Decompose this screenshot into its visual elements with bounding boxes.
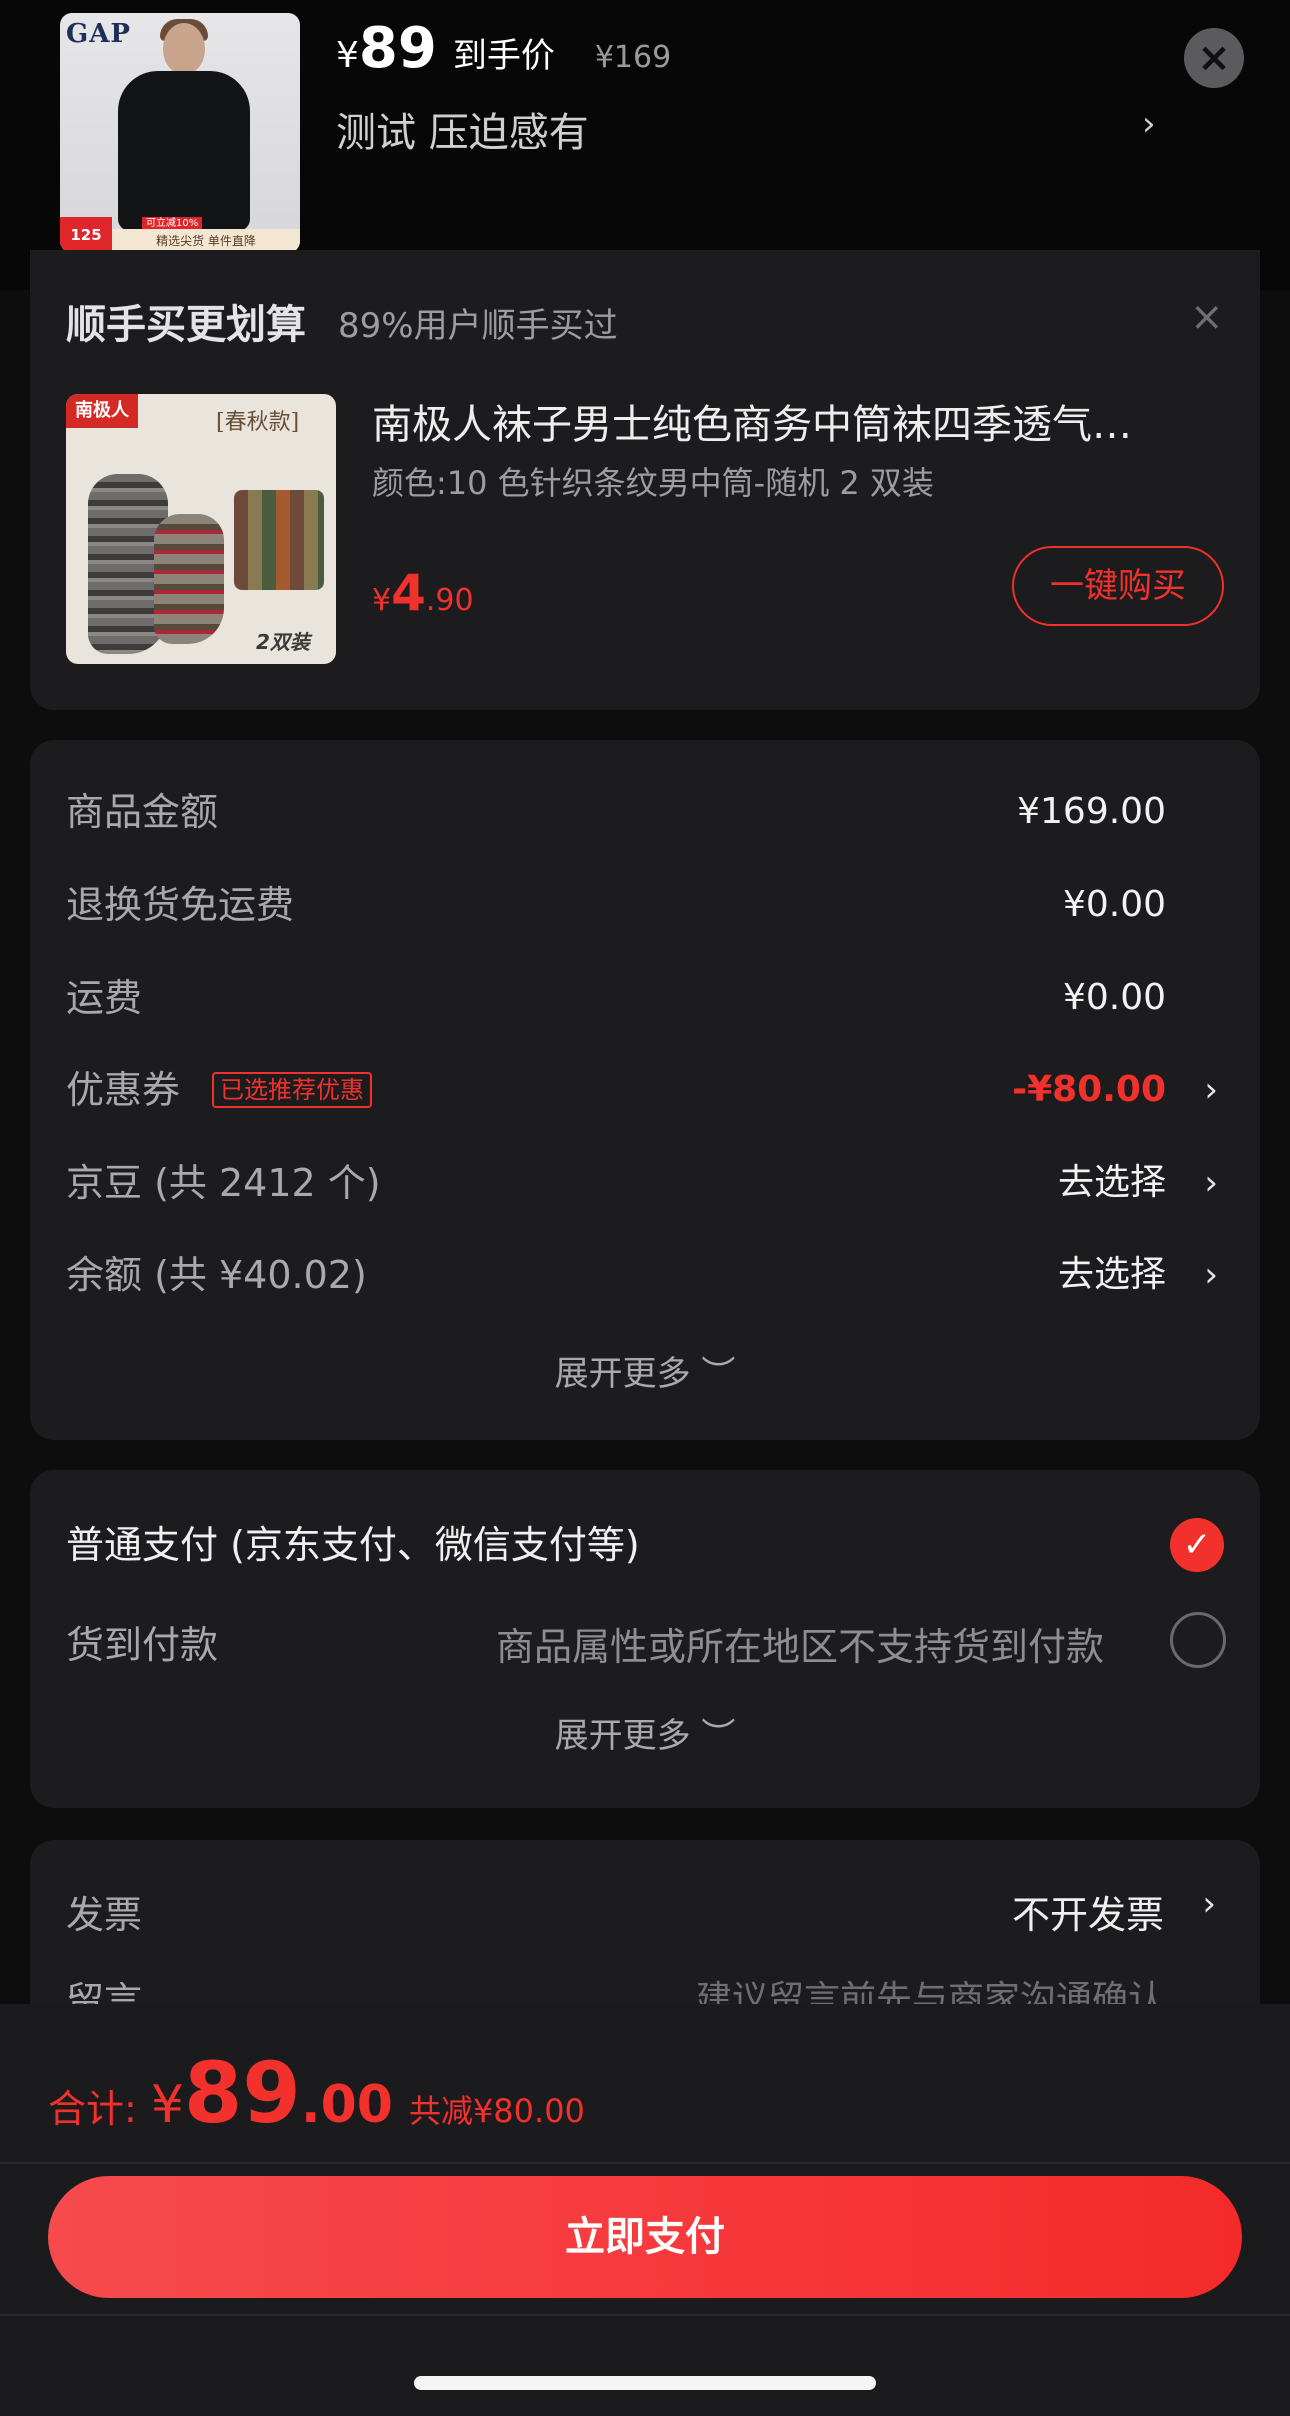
model-head (163, 23, 205, 75)
order-total: 合计: ¥ 89 .00 共减¥80.00 (48, 2044, 585, 2142)
row-label: 京豆 (共 2412 个) (66, 1161, 381, 1205)
row-value: 去选择 (1057, 1162, 1166, 1203)
row-value: ¥0.00 (1062, 977, 1166, 1018)
bundle-price: ¥ 4 .90 (372, 564, 474, 622)
row-label: 优惠券 (66, 1068, 181, 1112)
payment-method-card: 普通支付 (京东支付、微信支付等) ✓ 货到付款 商品属性或所在地区不支持货到付… (30, 1470, 1260, 1808)
cod-unavailable-note: 商品属性或所在地区不支持货到付款 (496, 1625, 1105, 1669)
radio-unchecked-icon (1170, 1612, 1226, 1668)
row-value: 去选择 (1057, 1254, 1166, 1295)
bundle-price-int: 4 (391, 564, 426, 622)
bundle-variant: 颜色:10 色针织条纹男中筒-随机 2 双装 (372, 464, 934, 502)
coupon-discount-value: -¥80.00 (1012, 1069, 1166, 1110)
total-dec: .00 (300, 2075, 393, 2135)
chevron-right-icon[interactable]: › (1204, 1245, 1218, 1305)
pay-option-cod: 货到付款 (66, 1623, 219, 1667)
bundle-title: 顺手买更划算 (66, 302, 306, 348)
thumb-price-badge: 125 (60, 217, 112, 253)
expand-more-button[interactable]: 展开更多 ︶ (30, 1708, 1260, 1757)
selected-spec[interactable]: 测试 压迫感有 (336, 100, 589, 158)
bundle-product-name[interactable]: 南极人袜子男士纯色商务中筒袜四季透气… (372, 392, 1212, 450)
bundle-price-currency: ¥ (372, 583, 392, 618)
chevron-right-icon[interactable]: › (1204, 1153, 1218, 1213)
coupon-recommended-tag: 已选推荐优惠 (212, 1072, 372, 1108)
sock-image-shape (154, 514, 224, 644)
divider (0, 2162, 1290, 2164)
bundle-price-dec: .90 (425, 583, 474, 618)
expand-more-button[interactable]: 展开更多 ︶ (30, 1346, 1260, 1395)
checkout-bar: 合计: ¥ 89 .00 共减¥80.00 立即支付 (0, 2004, 1290, 2416)
row-shipping: 运费 ¥0.00 (66, 968, 1226, 1028)
row-label: 运费 (66, 976, 143, 1020)
sock-season-label: [春秋款] (216, 410, 300, 435)
final-price: ¥ 89 到手价 ¥169 (336, 16, 671, 81)
product-thumbnail[interactable]: GAP 125 可立减10% 精选尖货 单件直降 (60, 13, 300, 253)
row-label: 商品金额 (66, 790, 219, 834)
row-value: ¥0.00 (1062, 884, 1166, 925)
row-coupon[interactable]: 优惠券 已选推荐优惠 -¥80.00 › (66, 1060, 1226, 1120)
invoice-value[interactable]: 不开发票 (1012, 1884, 1164, 1939)
bundle-card: 顺手买更划算 89%用户顺手买过 × 南极人 [春秋款] 2双装 南极人袜子男士… (30, 250, 1260, 710)
original-price: ¥169 (594, 40, 672, 75)
close-icon[interactable]: × (1190, 294, 1224, 340)
price-label: 到手价 (452, 36, 555, 76)
row-jingdou[interactable]: 京豆 (共 2412 个) 去选择 › (66, 1153, 1226, 1213)
total-label: 合计: (48, 2087, 137, 2131)
close-icon[interactable]: × (1184, 28, 1244, 88)
bundle-subtitle: 89%用户顺手买过 (338, 306, 618, 346)
total-currency: ¥ (150, 2075, 184, 2135)
row-label: 余额 (共 ¥40.02) (66, 1253, 367, 1297)
sock-brand-logo: 南极人 (66, 394, 138, 428)
pay-now-button[interactable]: 立即支付 (48, 2176, 1242, 2298)
total-saved: 共减¥80.00 (408, 2092, 585, 2130)
sock-set-image (234, 490, 324, 590)
total-int: 89 (183, 2044, 301, 2142)
chevron-right-icon[interactable]: › (1202, 1884, 1216, 1924)
amount-summary-card: 商品金额 ¥169.00 退换货免运费 ¥0.00 运费 ¥0.00 优惠券 已… (30, 740, 1260, 1440)
pay-option-standard[interactable]: 普通支付 (京东支付、微信支付等) (66, 1514, 640, 1569)
row-value: ¥169.00 (1017, 791, 1166, 832)
row-goods-amount: 商品金额 ¥169.00 (66, 782, 1226, 842)
chevron-right-icon[interactable]: › (1142, 104, 1156, 144)
check-icon[interactable]: ✓ (1170, 1518, 1224, 1572)
one-click-buy-button[interactable]: 一键购买 (1012, 546, 1224, 626)
row-return-shipping: 退换货免运费 ¥0.00 (66, 875, 1226, 935)
divider (0, 2314, 1290, 2316)
invoice-label: 发票 (66, 1893, 143, 1937)
model-sweater (118, 71, 250, 231)
row-balance[interactable]: 余额 (共 ¥40.02) 去选择 › (66, 1245, 1226, 1305)
price-currency: ¥ (336, 35, 359, 76)
price-value: 89 (358, 16, 437, 81)
row-label: 退换货免运费 (66, 883, 295, 927)
sock-pack-label: 2双装 (256, 630, 310, 654)
bundle-product-image[interactable]: 南极人 [春秋款] 2双装 (66, 394, 336, 664)
home-indicator[interactable] (414, 2376, 876, 2390)
product-header: GAP 125 可立减10% 精选尖货 单件直降 ¥ 89 到手价 ¥169 测… (0, 0, 1290, 290)
thumb-brand-logo: GAP (66, 19, 131, 49)
chevron-right-icon[interactable]: › (1204, 1060, 1218, 1120)
